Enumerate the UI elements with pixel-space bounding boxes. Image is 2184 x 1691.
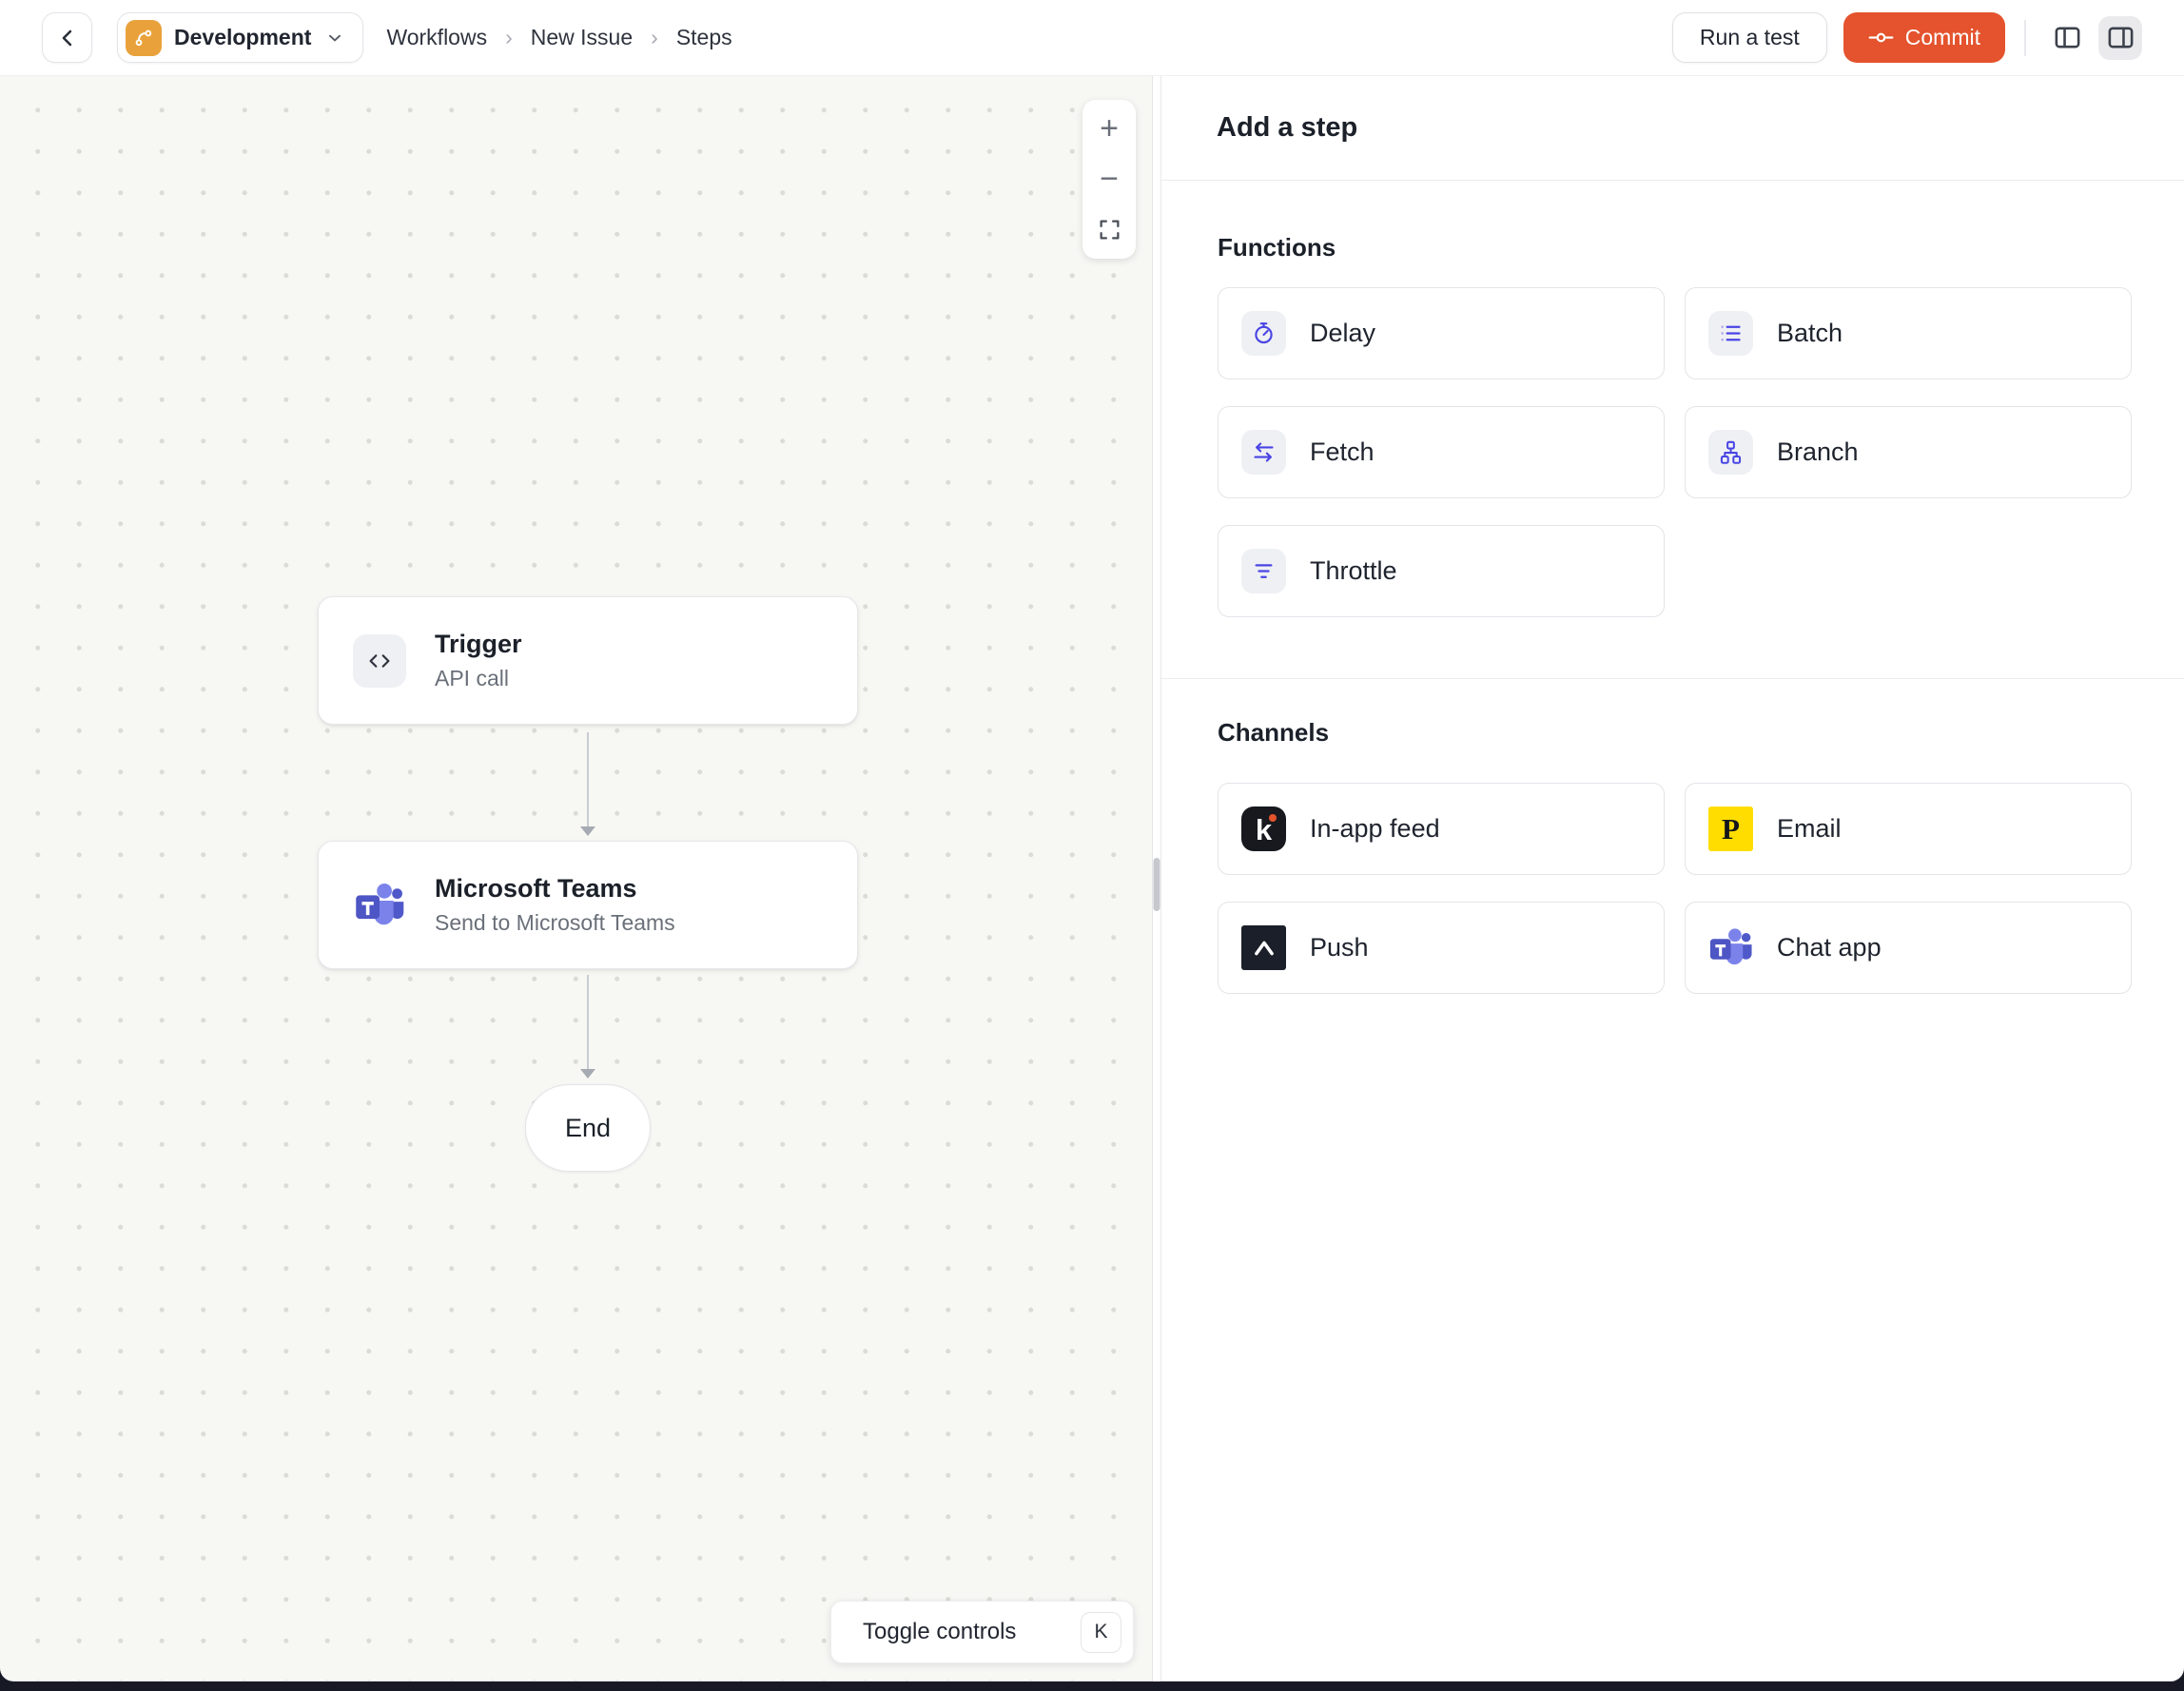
channels-heading: Channels bbox=[1218, 718, 1330, 747]
commit-button[interactable]: Commit bbox=[1843, 12, 2005, 63]
postmark-email-icon: P bbox=[1708, 807, 1753, 851]
toggle-left-panel-button[interactable] bbox=[2045, 16, 2089, 60]
fit-view-button[interactable] bbox=[1082, 204, 1136, 255]
card-label: Batch bbox=[1777, 319, 1843, 347]
functions-section: Functions Delay Batch Fetch Branch Throt… bbox=[1161, 181, 2184, 617]
chevron-down-icon bbox=[324, 28, 345, 49]
expo-push-icon bbox=[1241, 925, 1286, 970]
toolbar-divider bbox=[2024, 19, 2026, 56]
edge-trigger-to-teams bbox=[580, 732, 595, 836]
function-card-fetch[interactable]: Fetch bbox=[1218, 406, 1665, 498]
functions-heading: Functions bbox=[1218, 233, 1336, 262]
breadcrumb-workflows[interactable]: Workflows bbox=[386, 25, 487, 50]
canvas-zoom-controls: + − bbox=[1082, 100, 1136, 259]
workflow-canvas[interactable]: + − Trigger API call Microsoft Teams Sen… bbox=[0, 76, 1153, 1681]
back-button[interactable] bbox=[42, 12, 92, 63]
environment-branch-icon bbox=[126, 19, 162, 56]
card-label: Fetch bbox=[1310, 437, 1375, 466]
commit-button-label: Commit bbox=[1904, 25, 1980, 49]
microsoft-teams-icon bbox=[353, 879, 406, 932]
toggle-controls-label: Toggle controls bbox=[863, 1619, 1017, 1644]
zoom-out-button[interactable]: − bbox=[1082, 154, 1136, 204]
code-icon bbox=[353, 633, 406, 688]
function-card-throttle[interactable]: Throttle bbox=[1218, 525, 1665, 617]
expand-icon bbox=[1098, 218, 1121, 242]
panel-right-icon bbox=[2106, 23, 2135, 52]
teams-node-subtitle: Send to Microsoft Teams bbox=[435, 910, 675, 936]
chevron-left-icon bbox=[54, 25, 81, 51]
breadcrumb-steps: Steps bbox=[675, 25, 732, 49]
panel-splitter bbox=[1153, 76, 1160, 1681]
card-label: Push bbox=[1310, 933, 1369, 962]
teams-node-title: Microsoft Teams bbox=[435, 874, 637, 903]
breadcrumb-new-issue[interactable]: New Issue bbox=[531, 25, 633, 50]
card-label: Chat app bbox=[1777, 933, 1882, 962]
top-bar: Development Workflows › New Issue › Step… bbox=[0, 0, 2184, 76]
panel-title: Add a step bbox=[1217, 112, 1358, 143]
keyboard-shortcut-badge: K bbox=[1081, 1611, 1121, 1653]
card-label: In-app feed bbox=[1310, 814, 1440, 843]
channel-card-push[interactable]: Push bbox=[1218, 902, 1665, 994]
arrowhead-icon bbox=[580, 1069, 595, 1079]
channel-card-email[interactable]: P Email bbox=[1685, 783, 2132, 875]
card-label: Email bbox=[1777, 814, 1842, 843]
trigger-step-node[interactable]: Trigger API call bbox=[318, 596, 858, 725]
microsoft-teams-icon bbox=[1708, 925, 1753, 970]
card-label: Throttle bbox=[1310, 556, 1397, 585]
trigger-node-title: Trigger bbox=[435, 630, 522, 658]
breadcrumb-separator: › bbox=[505, 25, 513, 49]
card-label: Branch bbox=[1777, 437, 1859, 466]
commit-icon bbox=[1868, 25, 1894, 50]
panel-left-icon bbox=[2053, 23, 2082, 52]
fetch-arrows-icon bbox=[1241, 430, 1286, 475]
toggle-right-panel-button[interactable] bbox=[2098, 15, 2142, 60]
arrowhead-icon bbox=[580, 826, 595, 836]
microsoft-teams-step-node[interactable]: Microsoft Teams Send to Microsoft Teams bbox=[318, 841, 858, 969]
splitter-drag-handle[interactable] bbox=[1153, 858, 1160, 911]
branch-hierarchy-icon bbox=[1708, 430, 1753, 475]
environment-switcher[interactable]: Development bbox=[117, 12, 364, 63]
panel-header: Add a step bbox=[1161, 76, 2184, 181]
function-card-delay[interactable]: Delay bbox=[1218, 287, 1665, 379]
channel-card-chat-app[interactable]: Chat app bbox=[1685, 902, 2132, 994]
throttle-filter-icon bbox=[1241, 549, 1286, 593]
knock-in-app-icon: k bbox=[1241, 807, 1286, 851]
environment-label: Development bbox=[174, 25, 312, 49]
channel-card-in-app-feed[interactable]: k In-app feed bbox=[1218, 783, 1665, 875]
run-a-test-button[interactable]: Run a test bbox=[1671, 12, 1827, 63]
breadcrumb: Workflows › New Issue › Steps bbox=[386, 25, 731, 50]
breadcrumb-separator: › bbox=[651, 25, 658, 49]
card-label: Delay bbox=[1310, 319, 1376, 347]
batch-list-icon bbox=[1708, 311, 1753, 356]
function-card-branch[interactable]: Branch bbox=[1685, 406, 2132, 498]
zoom-in-button[interactable]: + bbox=[1082, 104, 1136, 154]
function-card-batch[interactable]: Batch bbox=[1685, 287, 2132, 379]
add-step-panel: Add a step Functions Delay Batch Fetch B… bbox=[1160, 76, 2184, 1681]
window-bottom-edge bbox=[0, 1681, 2184, 1691]
trigger-node-subtitle: API call bbox=[435, 666, 509, 691]
delay-stopwatch-icon bbox=[1241, 311, 1286, 356]
channels-section: Channels k In-app feed P Email Push Chat… bbox=[1161, 679, 2184, 994]
toggle-controls-button[interactable]: Toggle controls K bbox=[830, 1601, 1134, 1663]
end-node: End bbox=[525, 1084, 651, 1172]
edge-teams-to-end bbox=[580, 975, 595, 1079]
workflow-editor-app: Development Workflows › New Issue › Step… bbox=[0, 0, 2184, 1681]
